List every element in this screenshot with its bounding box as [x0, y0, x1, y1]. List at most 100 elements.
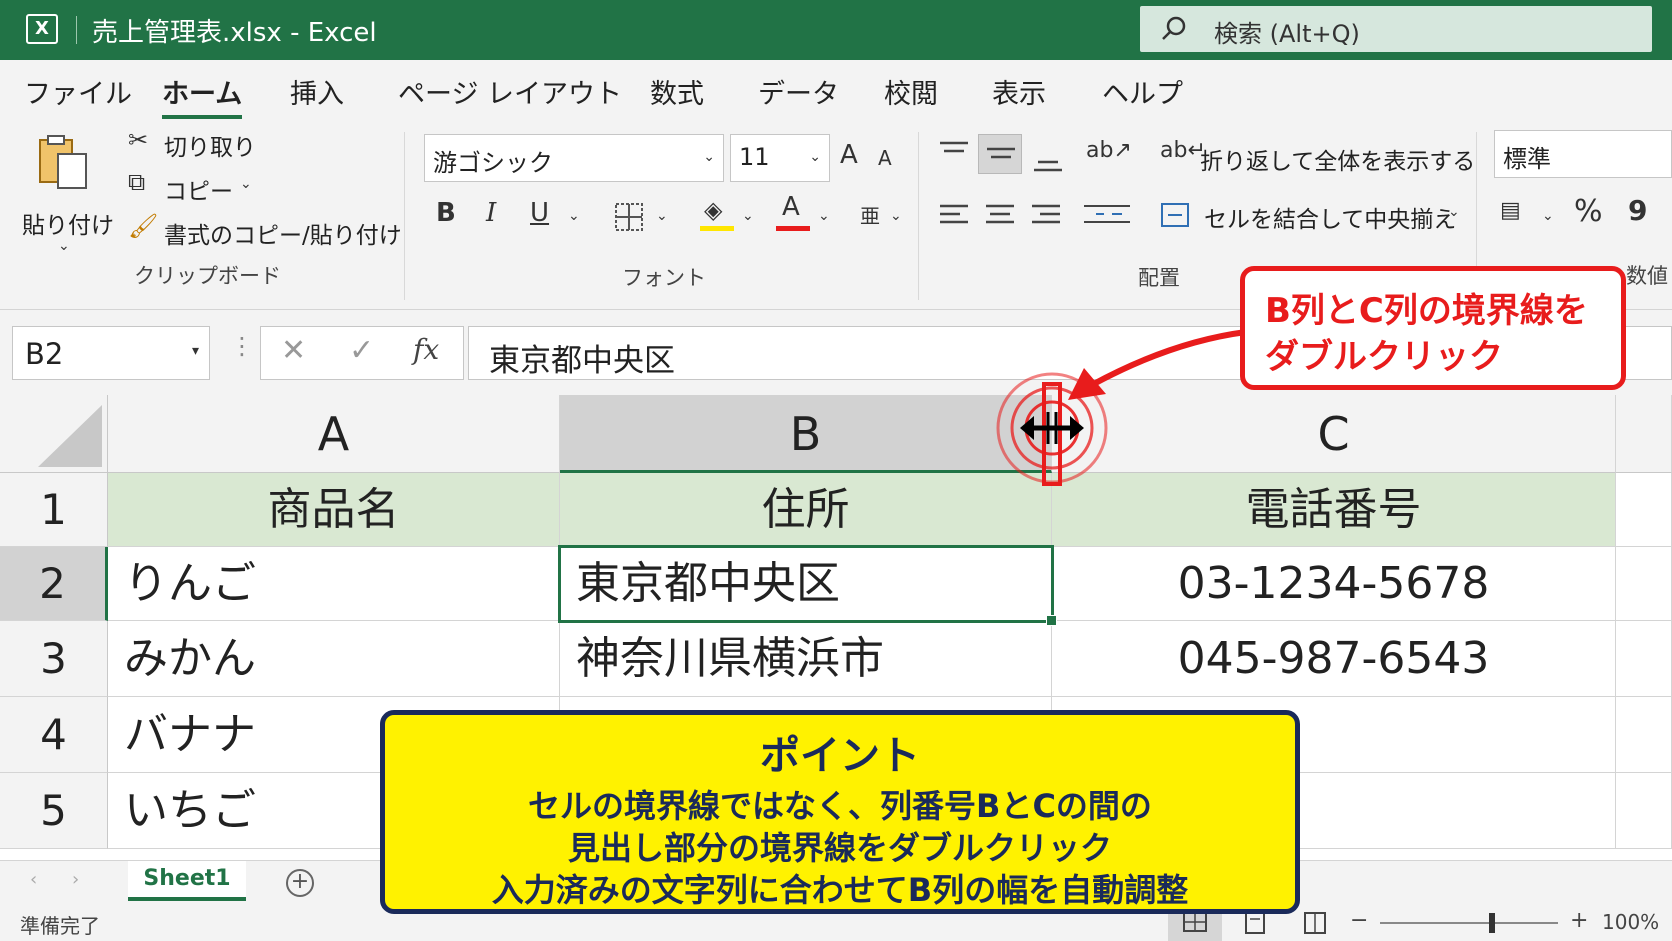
percent-button[interactable]: %: [1574, 194, 1603, 229]
tab-file[interactable]: ファイル: [24, 72, 132, 111]
fill-color-swatch: [700, 226, 734, 231]
cell-d5[interactable]: [1616, 773, 1672, 849]
chevron-down-icon: ▾: [191, 343, 199, 359]
align-bottom-icon[interactable]: [1032, 150, 1064, 174]
cell-a1[interactable]: 商品名: [108, 473, 560, 547]
column-header-b[interactable]: B: [560, 395, 1052, 473]
grow-font-button[interactable]: A: [840, 140, 858, 170]
shrink-font-button[interactable]: A: [878, 146, 892, 170]
tab-data[interactable]: データ: [758, 72, 839, 111]
row-header-4[interactable]: 4: [0, 697, 108, 773]
tab-formulas[interactable]: 数式: [650, 72, 704, 111]
italic-button[interactable]: I: [486, 198, 496, 228]
chevron-down-icon[interactable]: ⌄: [1542, 208, 1554, 224]
tab-insert[interactable]: 挿入: [290, 72, 344, 111]
font-size-select[interactable]: 11 ⌄: [730, 134, 830, 182]
cell-a2[interactable]: りんご: [108, 547, 560, 621]
page-break-view-icon[interactable]: [1304, 912, 1326, 934]
fill-color-icon[interactable]: ◈: [704, 196, 722, 224]
align-center-icon[interactable]: [984, 202, 1016, 230]
underline-button[interactable]: U: [530, 198, 549, 228]
zoom-in-button[interactable]: +: [1570, 908, 1588, 933]
chevron-down-icon: ⌄: [58, 238, 70, 254]
accounting-format-icon[interactable]: ▤: [1500, 198, 1521, 223]
search-box[interactable]: 検索 (Alt+Q): [1140, 6, 1652, 52]
instruction-callout: B列とC列の境界線を ダブルクリック: [1240, 266, 1626, 390]
tab-view[interactable]: 表示: [992, 72, 1046, 111]
chevron-down-icon[interactable]: ⌄: [742, 208, 754, 224]
wrap-text-button[interactable]: ab↵ 折り返して全体を表示する: [1160, 138, 1475, 176]
column-header-d[interactable]: [1616, 395, 1672, 473]
group-divider: [918, 132, 919, 300]
cell-d1[interactable]: [1616, 473, 1672, 547]
insert-function-button[interactable]: fx: [413, 333, 439, 366]
copy-button[interactable]: ⧉ コピー ⌄: [128, 168, 278, 206]
resize-cursor-icon: [1020, 412, 1084, 444]
phonetic-guide-icon[interactable]: 亜: [860, 200, 880, 229]
scroll-right-icon[interactable]: ›: [72, 869, 79, 890]
fill-handle[interactable]: [1046, 615, 1057, 626]
row-header-3[interactable]: 3: [0, 621, 108, 697]
format-painter-icon: 🖌: [128, 212, 159, 240]
font-name-select[interactable]: 游ゴシック ⌄: [424, 134, 724, 182]
cell-d3[interactable]: [1616, 621, 1672, 697]
chevron-down-icon[interactable]: ⌄: [818, 208, 830, 224]
point-title: ポイント: [760, 733, 920, 779]
scroll-left-icon[interactable]: ‹: [30, 869, 37, 890]
bold-button[interactable]: B: [436, 198, 456, 228]
row-header-2[interactable]: 2: [0, 547, 108, 621]
merge-center-button[interactable]: セルを結合して中央揃え ⌄: [1160, 198, 1460, 234]
cell-c1[interactable]: 電話番号: [1052, 473, 1616, 547]
cell-c3[interactable]: 045-987-6543: [1052, 621, 1616, 697]
formula-buttons: ✕ ✓ fx: [260, 326, 464, 380]
copy-icon: ⧉: [128, 168, 146, 196]
name-box[interactable]: B2 ▾: [12, 326, 210, 380]
zoom-slider-thumb[interactable]: [1489, 913, 1495, 933]
row-header-5[interactable]: 5: [0, 773, 108, 849]
zoom-out-button[interactable]: −: [1350, 908, 1368, 933]
cell-d4[interactable]: [1616, 697, 1672, 773]
tab-page-layout[interactable]: ページ レイアウト: [398, 72, 622, 111]
chevron-down-icon[interactable]: ⌄: [656, 208, 668, 224]
font-color-button[interactable]: A: [782, 192, 800, 222]
zoom-level[interactable]: 100%: [1602, 910, 1659, 934]
select-all-button[interactable]: [0, 395, 108, 473]
number-format-select[interactable]: 標準: [1494, 130, 1672, 178]
group-label-font: フォント: [622, 266, 706, 290]
title-bar: X 売上管理表.xlsx - Excel 検索 (Alt+Q): [0, 0, 1672, 60]
formula-value: 東京都中央区: [489, 343, 675, 379]
row-header-1[interactable]: 1: [0, 473, 108, 547]
page-layout-view-icon[interactable]: [1244, 912, 1266, 934]
tab-review[interactable]: 校閲: [884, 72, 938, 111]
column-header-a[interactable]: A: [108, 395, 560, 473]
tab-home[interactable]: ホーム: [162, 72, 243, 119]
comma-style-button[interactable]: 9: [1628, 194, 1647, 227]
orientation-icon[interactable]: ab↗: [1086, 138, 1132, 163]
align-middle-button[interactable]: [978, 134, 1022, 174]
chevron-down-icon[interactable]: ⌄: [568, 208, 580, 224]
group-label-alignment: 配置: [1138, 266, 1180, 290]
cell-b3[interactable]: 神奈川県横浜市: [560, 621, 1052, 697]
indent-icon[interactable]: [1082, 202, 1132, 230]
cut-button[interactable]: ✂ 切り取り: [128, 126, 278, 162]
chevron-down-icon: ⌄: [809, 149, 821, 165]
cancel-icon[interactable]: ✕: [281, 333, 306, 368]
enter-icon[interactable]: ✓: [349, 333, 374, 368]
paste-button[interactable]: 貼り付け ⌄: [18, 132, 114, 262]
cell-a3[interactable]: みかん: [108, 621, 560, 697]
align-right-icon[interactable]: [1030, 202, 1062, 230]
cell-c2[interactable]: 03-1234-5678: [1052, 547, 1616, 621]
add-sheet-button[interactable]: +: [286, 869, 314, 897]
cell-d2[interactable]: [1616, 547, 1672, 621]
search-icon: [1162, 16, 1186, 40]
cell-b1[interactable]: 住所: [560, 473, 1052, 547]
zoom-slider-track[interactable]: [1380, 922, 1558, 924]
format-painter-button[interactable]: 🖌 書式のコピー/貼り付け: [128, 212, 402, 250]
chevron-down-icon[interactable]: ⌄: [890, 208, 902, 224]
scissors-icon: ✂: [128, 126, 149, 154]
sheet-tab-sheet1[interactable]: Sheet1: [128, 861, 246, 901]
tab-help[interactable]: ヘルプ: [1102, 72, 1183, 111]
align-left-icon[interactable]: [938, 202, 970, 230]
align-top-icon[interactable]: [938, 140, 970, 164]
borders-icon[interactable]: [614, 202, 644, 232]
